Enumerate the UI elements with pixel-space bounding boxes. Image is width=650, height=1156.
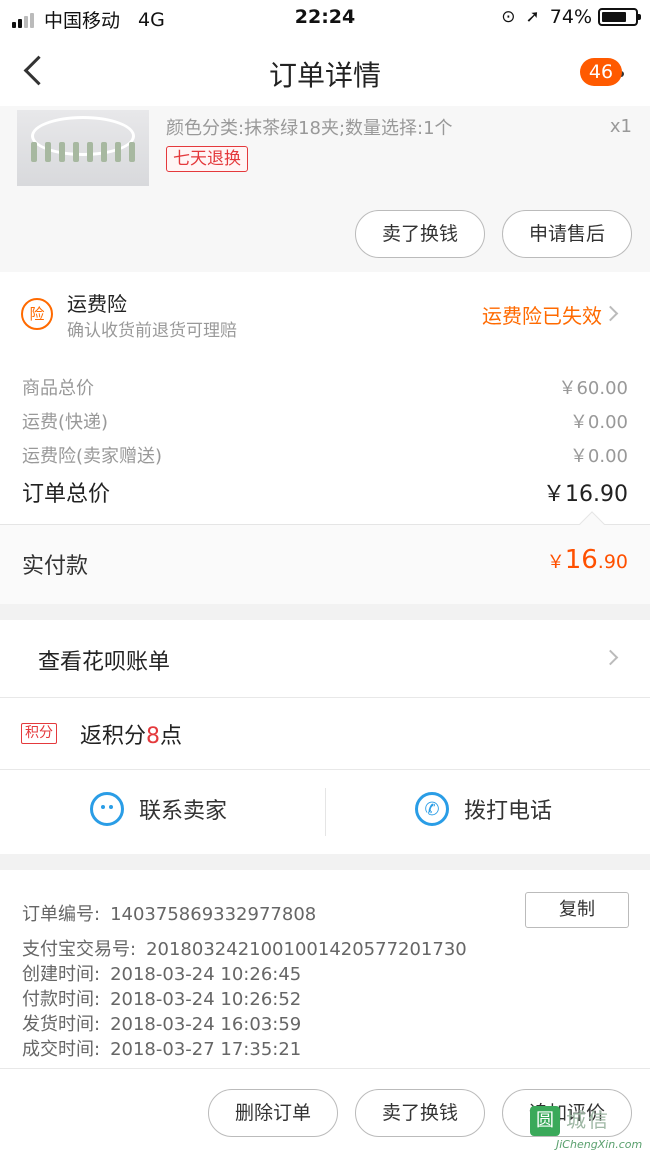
- created-time-value: 2018-03-24 10:26:45: [110, 964, 302, 985]
- battery-fill: [602, 12, 626, 22]
- shipping-fee-row: 运费(快递) ￥0.00: [22, 408, 628, 434]
- order-total-value: ￥16.90: [543, 482, 628, 507]
- goods-total-row: 商品总价 ￥60.00: [22, 374, 628, 400]
- shipped-time-label: 发货时间:: [22, 1014, 101, 1035]
- created-time-label: 创建时间:: [22, 964, 101, 985]
- more-button[interactable]: 46: [580, 56, 634, 96]
- goods-total-value: ￥60.00: [558, 378, 628, 399]
- huabei-bill-label: 查看花呗账单: [38, 650, 171, 675]
- call-phone-label: 拨打电话: [464, 799, 553, 824]
- shipping-fee-label: 运费(快递): [22, 412, 109, 433]
- watermark-mark: 圆: [530, 1106, 560, 1136]
- huabei-bill-row[interactable]: 查看花呗账单: [0, 620, 650, 698]
- goods-total-label: 商品总价: [22, 378, 94, 399]
- actual-payment-row: 实付款 ￥16.90: [0, 511, 650, 604]
- insurance-subtitle: 确认收货前退货可理赔: [67, 321, 237, 341]
- points-tag: 积分: [21, 723, 57, 744]
- copy-button[interactable]: 复制: [525, 892, 629, 928]
- order-info: 订单编号: 140375869332977808 复制 支付宝交易号: 201803…: [0, 870, 650, 1068]
- points-text: 返积分8点: [80, 718, 182, 750]
- shipping-insurance-row[interactable]: 险 运费险 确认收货前退货可理赔 运费险已失效: [0, 272, 650, 356]
- amount-integer: 16: [564, 545, 598, 575]
- order-number-value: 140375869332977808: [110, 904, 317, 925]
- orientation-lock-icon: ⊙: [501, 7, 516, 27]
- contact-bar: 联系卖家 ✆ 拨打电话: [0, 770, 650, 854]
- page-title: 订单详情: [268, 59, 381, 92]
- order-total-label: 订单总价: [22, 482, 111, 507]
- contact-seller-button[interactable]: 联系卖家: [90, 792, 227, 826]
- divider: [325, 788, 326, 836]
- price-summary: 商品总价 ￥60.00 运费(快递) ￥0.00 运费险(卖家赠送) ￥0.00…: [0, 356, 650, 524]
- paid-time-row: 付款时间: 2018-03-24 10:26:52: [22, 985, 301, 1011]
- location-icon: ➚: [525, 7, 540, 27]
- status-right: ⊙ ➚ 74%: [501, 6, 641, 28]
- product-qty: x1: [609, 116, 632, 137]
- call-phone-button[interactable]: ✆ 拨打电话: [415, 792, 552, 826]
- insurance-fee-row: 运费险(卖家赠送) ￥0.00: [22, 442, 628, 468]
- message-badge: 46: [580, 58, 622, 86]
- contact-seller-label: 联系卖家: [139, 799, 228, 824]
- after-sale-button[interactable]: 申请售后: [502, 210, 632, 258]
- actual-payment-value: ￥16.90: [547, 545, 628, 575]
- return-policy-tag: 七天退换: [166, 146, 248, 172]
- alipay-trade-value: 2018032421001001420577201730: [146, 939, 467, 960]
- order-number-label: 订单编号:: [22, 904, 101, 925]
- points-number: 8: [146, 724, 161, 749]
- paid-time-label: 付款时间:: [22, 989, 101, 1010]
- alipay-trade-row: 支付宝交易号: 2018032421001001420577201730: [22, 935, 467, 961]
- insurance-fee-label: 运费险(卖家赠送): [22, 446, 163, 467]
- alipay-trade-label: 支付宝交易号:: [22, 939, 137, 960]
- completed-time-value: 2018-03-27 17:35:21: [110, 1039, 302, 1060]
- chevron-right-icon: [602, 305, 619, 322]
- points-suffix: 点: [160, 724, 183, 749]
- points-row: 积分 返积分8点: [0, 698, 650, 770]
- insurance-icon: 险: [21, 298, 53, 330]
- sell-button-bottom[interactable]: 卖了换钱: [355, 1089, 485, 1137]
- insurance-title: 运费险: [67, 292, 127, 316]
- shipped-time-row: 发货时间: 2018-03-24 16:03:59: [22, 1010, 301, 1036]
- completed-time-row: 成交时间: 2018-03-27 17:35:21: [22, 1035, 301, 1061]
- delete-order-button[interactable]: 删除订单: [208, 1089, 338, 1137]
- product-thumbnail[interactable]: [17, 110, 149, 186]
- product-spec: 颜色分类:抹茶绿18夹;数量选择:1个: [166, 118, 453, 139]
- battery-percent: 74%: [549, 6, 592, 28]
- nav-bar: 订单详情 46: [0, 36, 650, 106]
- insurance-fee-value: ￥0.00: [569, 446, 628, 467]
- insurance-status: 运费险已失效: [482, 304, 602, 328]
- order-total-row: 订单总价 ￥16.90: [22, 476, 628, 508]
- currency-symbol: ￥: [546, 552, 565, 573]
- shipped-time-value: 2018-03-24 16:03:59: [110, 1014, 302, 1035]
- actual-payment-label: 实付款: [22, 554, 89, 579]
- created-time-row: 创建时间: 2018-03-24 10:26:45: [22, 960, 301, 986]
- phone-icon: ✆: [415, 792, 449, 826]
- status-bar: 中国移动 4G 22:24 ⊙ ➚ 74%: [0, 0, 650, 36]
- product-section: 颜色分类:抹茶绿18夹;数量选择:1个 x1 七天退换 卖了换钱 申请售后: [0, 106, 650, 272]
- sell-button[interactable]: 卖了换钱: [355, 210, 485, 258]
- chevron-right-icon: [602, 649, 619, 666]
- completed-time-label: 成交时间:: [22, 1039, 101, 1060]
- amount-decimal: .90: [597, 551, 628, 573]
- points-prefix: 返积分: [80, 724, 147, 749]
- chat-icon: [90, 792, 124, 826]
- paid-time-value: 2018-03-24 10:26:52: [110, 989, 302, 1010]
- watermark-logo: 圆 城信 JiChengXin.com: [530, 1100, 644, 1156]
- order-number-row: 订单编号: 140375869332977808: [22, 900, 316, 926]
- watermark-url: JiChengXin.com: [556, 1138, 643, 1151]
- watermark-text: 城信: [566, 1108, 610, 1132]
- battery-icon: [598, 8, 641, 26]
- shipping-fee-value: ￥0.00: [569, 412, 628, 433]
